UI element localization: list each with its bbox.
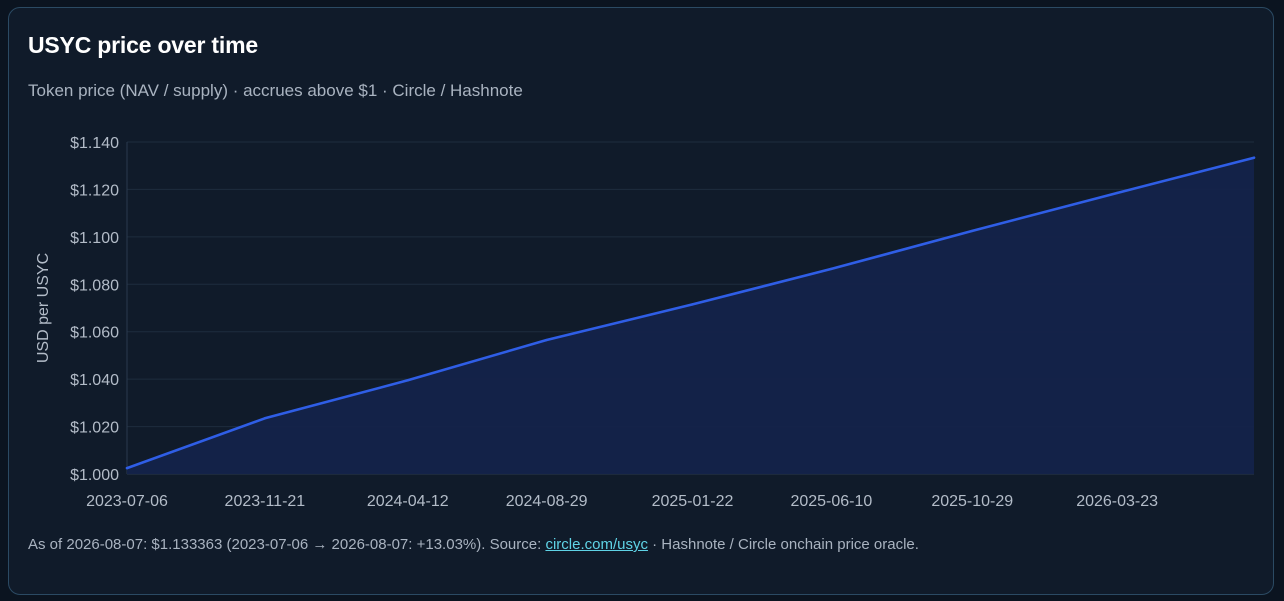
x-tick-label: 2025-06-10 <box>790 493 872 510</box>
price-point <box>263 417 267 420</box>
price-point <box>406 379 409 382</box>
x-tick-label: 2025-10-29 <box>931 493 1013 510</box>
y-tick-label: $1.020 <box>70 420 119 437</box>
y-tick-label: $1.060 <box>70 325 119 342</box>
price-chart: $1.000 $1.020 $1.040 $1.060 $1.080 $1.100 $1.1… <box>35 135 1256 510</box>
chart-card: USYC price over time Token price (NAV / … <box>8 7 1274 595</box>
footnote: As of 2026-08-07: $1.133363 (2023-07-06 … <box>28 536 919 553</box>
source-link[interactable]: circle.com/usyc <box>545 536 648 553</box>
price-point <box>830 267 833 271</box>
x-tick-label: 2025-01-22 <box>652 493 734 510</box>
y-tick-label: $1.000 <box>70 467 119 484</box>
x-tick-label: 2024-04-12 <box>367 493 449 510</box>
x-tick-label: 2023-11-21 <box>225 493 306 510</box>
price-point <box>1252 156 1256 159</box>
price-point <box>545 338 548 342</box>
x-tick-label: 2023-07-06 <box>86 493 168 510</box>
y-tick-label: $1.120 <box>70 182 119 199</box>
x-tick-label: 2024-08-29 <box>506 493 588 510</box>
y-tick-label: $1.100 <box>70 230 119 247</box>
x-tick-label: 2026-03-23 <box>1076 493 1158 510</box>
y-tick-label: $1.040 <box>70 372 119 389</box>
price-point <box>1115 191 1119 195</box>
y-tick-label: $1.140 <box>70 135 119 152</box>
price-point <box>125 466 129 470</box>
footnote-suffix: · Hashnote / Circle onchain price oracle… <box>647 536 919 553</box>
price-point <box>691 303 694 306</box>
footnote-text: As of 2026-08-07: $1.133363 (2023-07-06 … <box>28 536 546 553</box>
y-axis-title: USD per USYC <box>35 253 52 363</box>
price-point <box>971 229 974 233</box>
y-tick-label: $1.080 <box>70 277 119 294</box>
price-area <box>127 157 1254 474</box>
